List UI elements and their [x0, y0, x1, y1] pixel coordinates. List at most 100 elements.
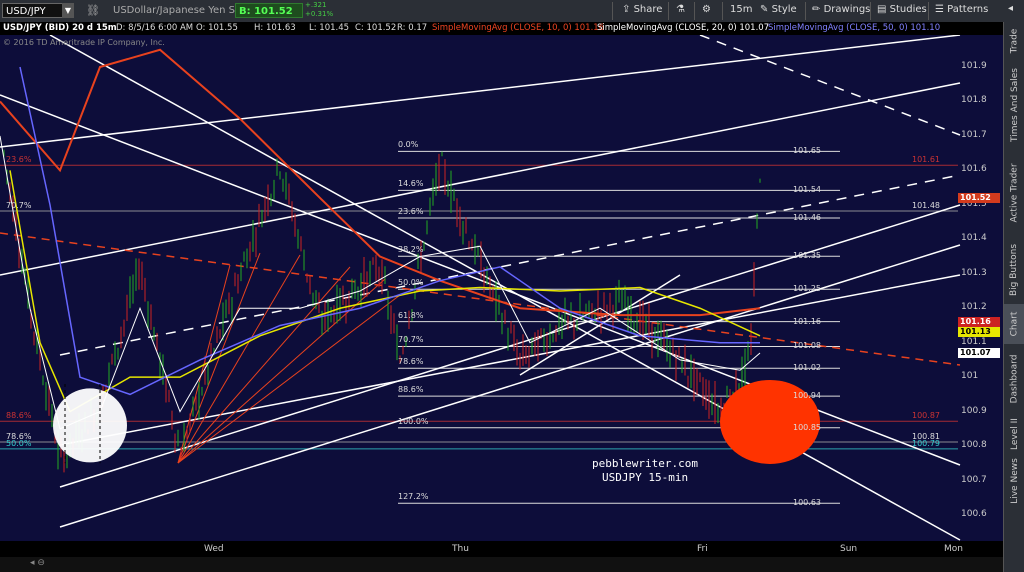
chart-canvas[interactable] — [0, 34, 1003, 555]
bar-range: R: 0.17 — [397, 23, 428, 33]
patterns-icon: ☰ — [935, 4, 944, 15]
x-label-sun: Sun — [840, 544, 858, 554]
sidebar-tab-chart[interactable]: Chart — [1004, 304, 1024, 344]
patterns-button[interactable]: ☰ Patterns — [935, 4, 988, 15]
fib-price-label: 101.48 — [912, 201, 940, 211]
fib-percent-label: 38.2% — [398, 245, 424, 255]
fib-price-label: 100.94 — [793, 391, 821, 401]
price-axis-label: 101 — [961, 371, 979, 382]
divider — [612, 2, 613, 20]
fib-percent-label: 50.0% — [6, 438, 32, 448]
pencil-icon: ✏ — [812, 4, 821, 15]
fib-percent-label: 100.0% — [398, 416, 429, 426]
sidebar-tab-level-ii[interactable]: Level II — [1004, 414, 1024, 454]
fib-price-label: 100.79 — [912, 438, 940, 448]
divider — [805, 2, 806, 20]
price-axis-label: 101.4 — [961, 233, 987, 244]
x-label-thu: Thu — [452, 544, 469, 554]
fib-percent-label: 0.0% — [398, 140, 419, 150]
right-sidebar: Trade Times And Sales Active Trader Big … — [1003, 22, 1024, 572]
copyright: © 2016 TD Ameritrade IP Company, Inc. — [3, 38, 165, 47]
sma10-line — [0, 48, 761, 317]
fib-percent-label: 88.6% — [398, 385, 424, 395]
price-tag: 101.07 — [958, 348, 1000, 359]
fib-percent-label: 70.7% — [6, 201, 32, 211]
divider — [722, 2, 723, 20]
bar-high: H: 101.63 — [254, 23, 296, 33]
price-axis-label: 100.8 — [961, 440, 987, 451]
bottom-scroll-strip[interactable]: ◂ ⊖ — [0, 557, 1003, 572]
fib-price-label: 101.08 — [793, 341, 821, 351]
watermark-site: pebblewriter.com — [592, 457, 698, 470]
price-tag: 101.52 — [958, 192, 1000, 203]
fib-percent-label: 23.6% — [6, 155, 32, 165]
collapse-icon[interactable]: ◂ — [1008, 3, 1013, 14]
price-axis-label: 100.9 — [961, 405, 987, 416]
fib-percent-label: 61.8% — [398, 310, 424, 320]
divider — [928, 2, 929, 20]
fib-percent-label: 88.6% — [6, 411, 32, 421]
flask-icon[interactable]: ⚗ — [676, 4, 685, 15]
fib-percent-label: 127.2% — [398, 492, 429, 502]
x-label-mon: Mon — [944, 544, 963, 554]
sidebar-tab-dashboard[interactable]: Dashboard — [1004, 346, 1024, 412]
fib-percent-label: 23.6% — [398, 206, 424, 216]
x-label-fri: Fri — [697, 544, 708, 554]
divider — [668, 2, 669, 20]
share-icon: ⇪ — [622, 4, 631, 15]
price-axis-label: 101.6 — [961, 164, 987, 175]
timeframe-button[interactable]: 15m — [730, 4, 752, 15]
sidebar-tab-active-trader[interactable]: Active Trader — [1004, 150, 1024, 236]
fib-percent-label: 70.7% — [398, 335, 424, 345]
fib-price-label: 100.87 — [912, 411, 940, 421]
price-axis-label: 100.7 — [961, 474, 987, 485]
share-button[interactable]: ⇪ Share — [622, 4, 662, 15]
price-axis-label: 101.1 — [961, 336, 987, 347]
bar-close: C: 101.52 — [355, 23, 397, 33]
symbol-description: USDollar/Japanese Yen Spot — [113, 5, 252, 16]
chevron-down-icon[interactable]: ▼ — [62, 3, 74, 18]
watermark-caption: USDJPY 15-min — [602, 471, 689, 484]
fib-price-label: 100.63 — [793, 498, 821, 508]
divider — [870, 2, 871, 20]
sidebar-tab-live-news[interactable]: Live News — [1004, 456, 1024, 506]
studies-button[interactable]: ▤ Studies — [877, 4, 927, 15]
price-tag: 101.16 — [958, 317, 1000, 327]
fib-price-label: 101.35 — [793, 251, 821, 261]
dashed-trendline — [59, 174, 961, 356]
settings-gear-icon[interactable]: ⚙ — [702, 4, 711, 15]
fib-price-label: 101.25 — [793, 284, 821, 294]
sidebar-tab-times-and-sales[interactable]: Times And Sales — [1004, 62, 1024, 148]
style-button[interactable]: ✎ Style — [760, 4, 797, 15]
price-change: +.321 +0.31% — [305, 1, 334, 18]
sma100-line — [9, 170, 761, 413]
fib-price-label: 101.02 — [793, 363, 821, 373]
bar-open: O: 101.55 — [196, 23, 238, 33]
price-axis-label: 100.6 — [961, 509, 987, 519]
fan-line — [177, 254, 301, 464]
fib-price-label: 101.61 — [912, 155, 940, 165]
fib-price-label: 101.65 — [793, 146, 821, 156]
fib-price-label: 101.54 — [793, 185, 821, 195]
drawings-button[interactable]: ✏ Drawings — [812, 4, 870, 15]
bid-price-badge: B: 101.52 — [235, 3, 303, 18]
fib-percent-label: 78.6% — [398, 357, 424, 367]
toolbar: USD/JPY ▼ ⛓ USDollar/Japanese Yen Spot B… — [0, 0, 1024, 23]
fib-price-label: 101.46 — [793, 212, 821, 222]
fib-percent-label: 50.0% — [398, 278, 424, 288]
sma50-label: SimpleMovingAvg (CLOSE, 50, 0) 101.10 — [768, 23, 941, 33]
sidebar-tab-trade[interactable]: Trade — [1004, 22, 1024, 60]
scroll-left-icon[interactable]: ◂ ⊖ — [30, 558, 45, 568]
price-axis-label: 101.3 — [961, 267, 987, 278]
sidebar-tab-big-buttons[interactable]: Big Buttons — [1004, 238, 1024, 302]
bar-low: L: 101.45 — [309, 23, 350, 33]
sma10-label: SimpleMovingAvg (CLOSE, 10, 0) 101.16 — [432, 23, 605, 33]
trendline — [0, 34, 961, 148]
price-axis-label: 101.7 — [961, 129, 987, 140]
studies-icon: ▤ — [877, 4, 887, 15]
link-icon[interactable]: ⛓ — [86, 4, 100, 17]
fib-percent-label: 14.6% — [398, 179, 424, 189]
fib-price-label: 101.16 — [793, 316, 821, 326]
price-chart[interactable] — [0, 34, 1003, 555]
price-axis-label: 101.9 — [961, 61, 987, 71]
